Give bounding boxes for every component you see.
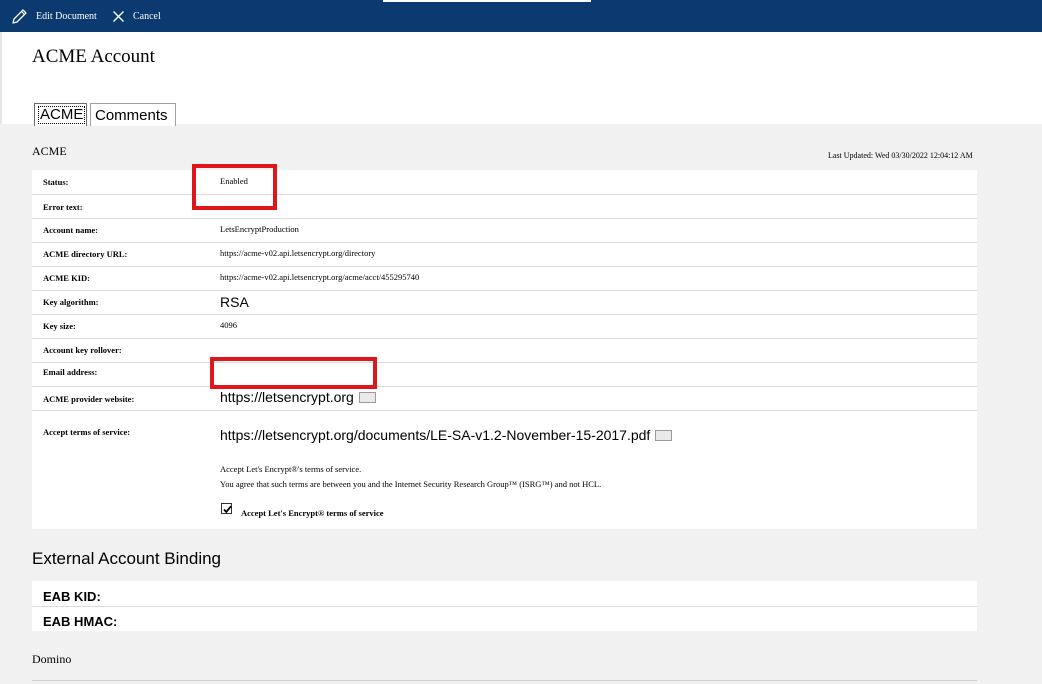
directory-url-label: ACME directory URL:: [43, 249, 128, 259]
provider-website-label: ACME provider website:: [43, 394, 135, 404]
kid-value: https://acme-v02.api.letsencrypt.org/acm…: [220, 272, 420, 282]
key-size-row: Key size: 4096: [32, 315, 977, 339]
account-name-row: Account name: LetsEncryptProduction: [32, 219, 977, 243]
toolbar-accent-line: [383, 0, 591, 2]
provider-website-link[interactable]: https://letsencrypt.org: [220, 389, 354, 405]
email-label: Email address:: [43, 367, 98, 377]
kid-row: ACME KID: https://acme-v02.api.letsencry…: [32, 267, 977, 291]
provider-website-value-wrap: https://letsencrypt.org: [220, 389, 376, 405]
terms-value-wrap: https://letsencrypt.org/documents/LE-SA-…: [220, 427, 673, 443]
key-rollover-row: Account key rollover:: [32, 339, 977, 363]
error-text-row: Error text:: [32, 195, 977, 219]
eab-hmac-row: EAB HMAC:: [32, 607, 977, 631]
error-text-label: Error text:: [43, 202, 83, 212]
email-row: Email address:: [32, 363, 977, 387]
open-terms-button[interactable]: [655, 430, 673, 441]
status-row: Status: Enabled: [32, 170, 977, 195]
footer-label: Domino: [32, 652, 72, 666]
eab-section-title: External Account Binding: [32, 549, 222, 568]
terms-label: Accept terms of service:: [43, 427, 131, 437]
tab-comments-label: Comments: [95, 106, 168, 124]
tab-acme[interactable]: ACME: [34, 103, 87, 126]
cancel-button[interactable]: Cancel: [112, 7, 161, 25]
status-label: Status:: [43, 177, 69, 187]
terms-row: Accept terms of service: https://letsenc…: [32, 411, 977, 529]
account-name-value: LetsEncryptProduction: [220, 224, 299, 234]
section-title: ACME: [32, 144, 67, 158]
email-highlight-box: [210, 357, 377, 389]
terms-note-2: You agree that such terms are between yo…: [220, 479, 602, 489]
terms-note-1: Accept Let's Encrypt®'s terms of service…: [220, 464, 362, 474]
directory-url-row: ACME directory URL: https://acme-v02.api…: [32, 243, 977, 267]
edit-document-label: Edit Document: [36, 10, 97, 22]
status-highlight-box: [192, 164, 277, 210]
key-algorithm-row: Key algorithm: RSA: [32, 291, 977, 315]
kid-label: ACME KID:: [43, 273, 90, 283]
accept-terms-label: Accept Let's Encrypt® terms of service: [241, 508, 384, 518]
key-size-value: 4096: [220, 320, 237, 330]
eab-kid-row: EAB KID:: [32, 581, 977, 607]
tab-acme-label: ACME: [38, 106, 86, 124]
key-algorithm-value: RSA: [220, 294, 249, 310]
account-name-label: Account name:: [43, 225, 99, 235]
provider-website-row: ACME provider website: https://letsencry…: [32, 387, 977, 411]
pencil-icon: [12, 8, 27, 24]
directory-url-value: https://acme-v02.api.letsencrypt.org/dir…: [220, 248, 376, 258]
page-title: ACME Account: [32, 46, 155, 67]
close-icon: [113, 10, 124, 22]
key-size-label: Key size:: [43, 321, 76, 331]
key-algorithm-label: Key algorithm:: [43, 297, 99, 307]
tab-comments[interactable]: Comments: [90, 103, 176, 126]
eab-hmac-label: EAB HMAC:: [43, 614, 118, 629]
action-bar: Edit Document Cancel: [0, 0, 1042, 32]
checkmark-icon: [223, 505, 232, 514]
open-website-button[interactable]: [358, 392, 376, 403]
footer-divider: [32, 680, 977, 681]
cancel-label: Cancel: [133, 10, 161, 22]
acme-fields-panel: Status: Enabled Error text: Account name…: [32, 170, 977, 529]
eab-panel: EAB KID: EAB HMAC:: [32, 581, 977, 631]
edit-document-button[interactable]: Edit Document: [11, 7, 97, 25]
accept-terms-checkbox[interactable]: [221, 503, 232, 514]
last-updated-timestamp: Last Updated: Wed 03/30/2022 12:04:12 AM: [828, 151, 973, 160]
key-rollover-label: Account key rollover:: [43, 345, 122, 355]
terms-link[interactable]: https://letsencrypt.org/documents/LE-SA-…: [220, 427, 650, 443]
eab-kid-label: EAB KID:: [43, 589, 101, 604]
